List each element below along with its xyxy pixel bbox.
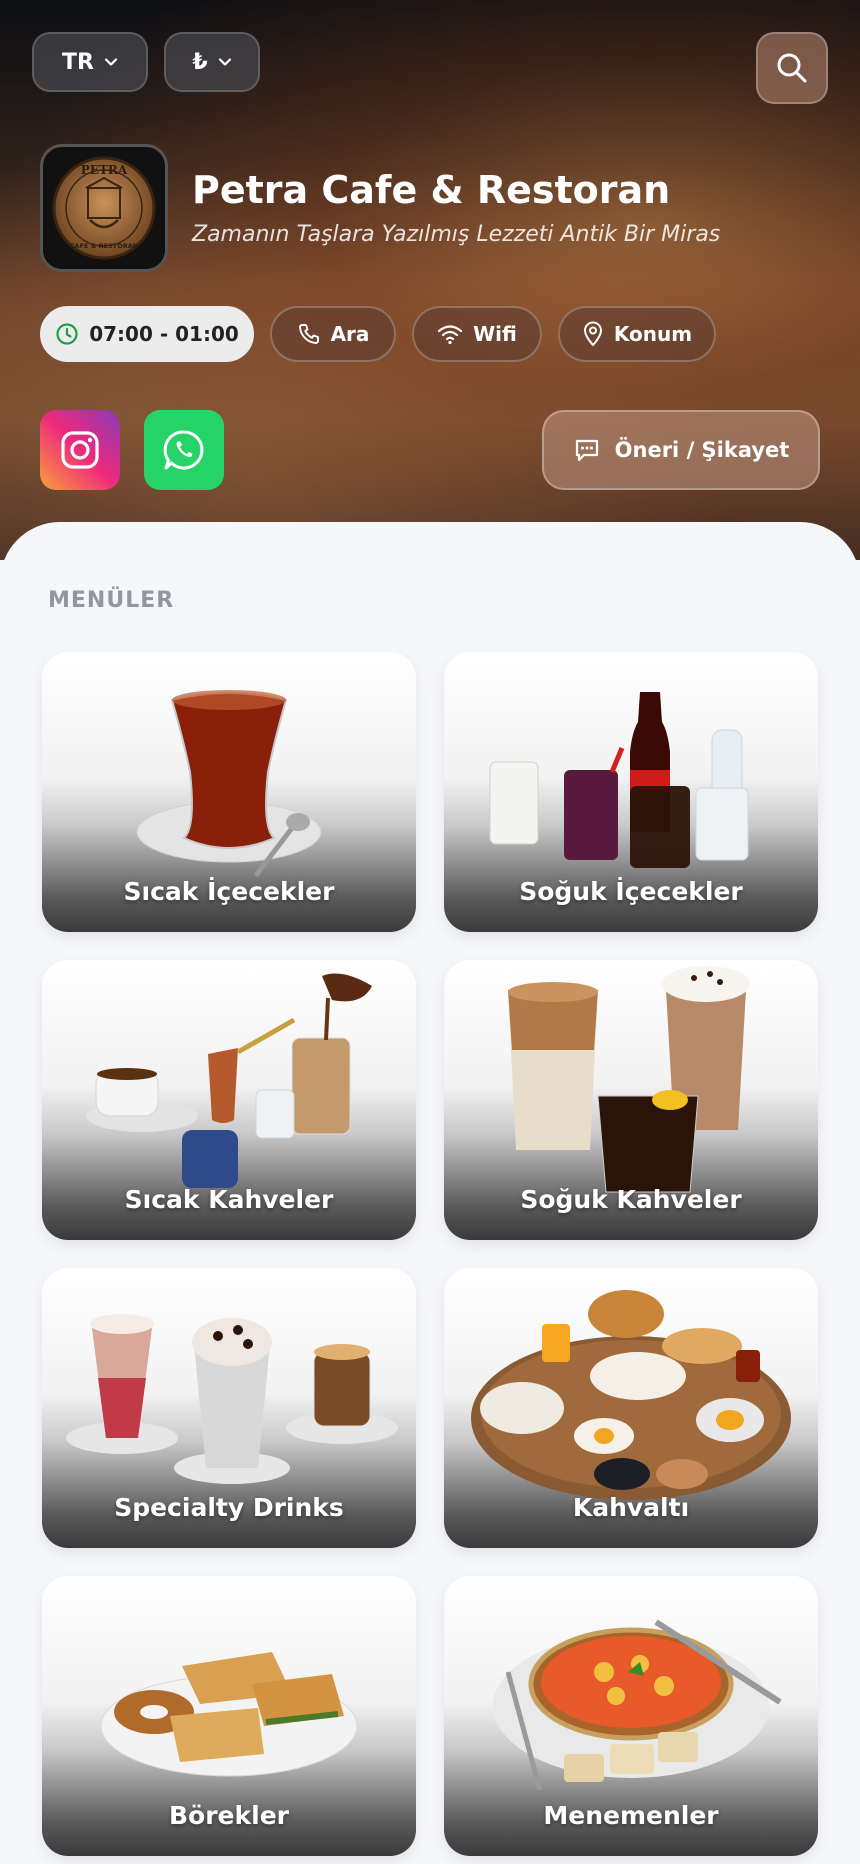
menu-card-specialty-drinks[interactable]: Specialty Drinks	[42, 1268, 416, 1548]
chat-bubble-icon	[575, 439, 598, 462]
menu-card-label: Menemenler	[543, 1801, 719, 1830]
menu-card-pastries[interactable]: Börekler	[42, 1576, 416, 1856]
wifi-button[interactable]: Wifi	[412, 306, 542, 362]
section-title: MENÜLER	[48, 588, 175, 613]
wifi-icon	[438, 325, 463, 345]
instagram-icon	[61, 431, 99, 469]
location-button[interactable]: Konum	[558, 306, 716, 362]
logo-emblem: PETRA CAFE & RESTORAN	[52, 156, 156, 260]
whatsapp-icon	[163, 430, 204, 470]
opening-hours-pill[interactable]: 07:00 - 01:00	[40, 306, 254, 362]
currency-value: ₺	[192, 49, 208, 75]
clock-icon	[56, 323, 78, 345]
menu-card-label: Börekler	[169, 1801, 289, 1830]
menu-card-breakfast[interactable]: Kahvaltı	[444, 1268, 818, 1548]
menu-card-label: Kahvaltı	[572, 1493, 690, 1522]
instagram-button[interactable]	[40, 410, 120, 490]
feedback-button[interactable]: Öneri / Şikayet	[542, 410, 820, 490]
menu-card-cold-coffees[interactable]: Soğuk Kahveler	[444, 960, 818, 1240]
svg-text:CAFE & RESTORAN: CAFE & RESTORAN	[70, 242, 138, 250]
menu-card-menemen[interactable]: Menemenler	[444, 1576, 818, 1856]
menu-card-cold-drinks[interactable]: Soğuk İçecekler	[444, 652, 818, 932]
hero-header: TR ₺ PETRA CAFE & RESTORAN Petra Cafe & …	[0, 0, 860, 560]
chevron-down-icon	[104, 58, 118, 66]
opening-hours-text: 07:00 - 01:00	[89, 322, 239, 346]
menu-card-label: Specialty Drinks	[114, 1493, 344, 1522]
location-label: Konum	[613, 322, 693, 346]
search-icon	[777, 53, 807, 83]
menu-card-label: Soğuk Kahveler	[520, 1185, 742, 1214]
svg-text:PETRA: PETRA	[81, 163, 128, 177]
wifi-label: Wifi	[473, 322, 517, 346]
call-button[interactable]: Ara	[270, 306, 396, 362]
menu-card-hot-coffees[interactable]: Sıcak Kahveler	[42, 960, 416, 1240]
chevron-down-icon	[218, 58, 231, 66]
currency-selector[interactable]: ₺	[164, 32, 260, 92]
menu-card-label: Sıcak İçecekler	[123, 877, 335, 906]
menu-card-label: Soğuk İçecekler	[519, 877, 743, 906]
call-label: Ara	[330, 322, 370, 346]
phone-icon	[298, 324, 319, 344]
language-value: TR	[62, 49, 94, 75]
feedback-label: Öneri / Şikayet	[614, 438, 790, 462]
search-button[interactable]	[756, 32, 828, 104]
cafe-logo: PETRA CAFE & RESTORAN	[40, 144, 168, 272]
cafe-tagline: Zamanın Taşlara Yazılmış Lezzeti Antik B…	[192, 222, 721, 247]
location-pin-icon	[583, 321, 602, 346]
menu-card-hot-drinks[interactable]: Sıcak İçecekler	[42, 652, 416, 932]
cafe-name: Petra Cafe & Restoran	[192, 168, 671, 212]
menu-card-label: Sıcak Kahveler	[124, 1185, 334, 1214]
whatsapp-button[interactable]	[144, 410, 224, 490]
language-selector[interactable]: TR	[32, 32, 148, 92]
